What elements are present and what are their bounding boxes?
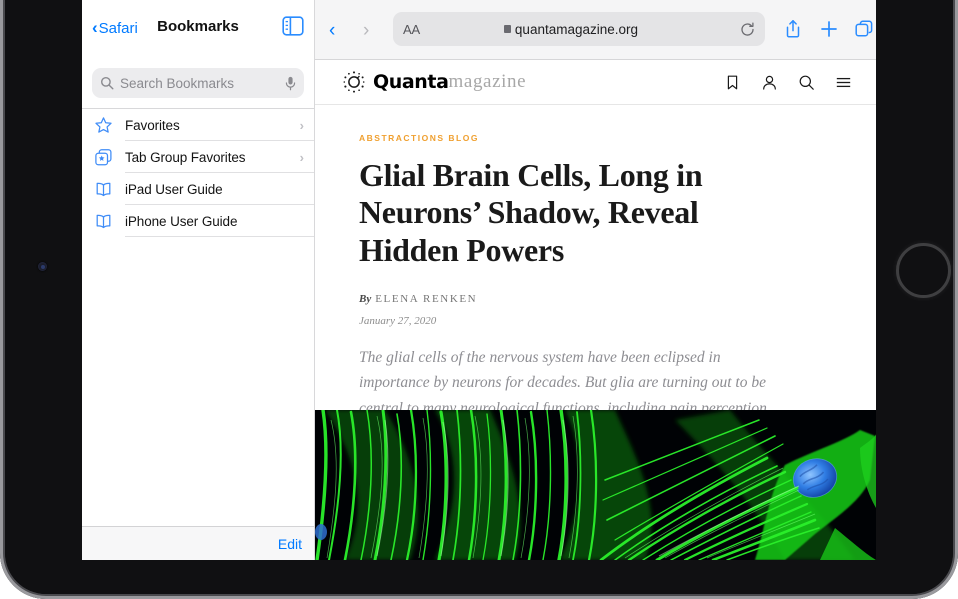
byline-author[interactable]: ELENA RENKEN <box>375 293 477 305</box>
site-logo[interactable]: Quanta magazine <box>341 69 526 95</box>
tablet-device-frame: ‹ Safari Bookmarks ‹ › AA quantamagazine… <box>0 0 958 599</box>
site-header-icons <box>724 74 852 91</box>
quanta-dots-icon <box>341 69 367 95</box>
browser-toolbar: ‹ › AA quantamagazine.org <box>315 0 876 60</box>
search-container: Search Bookmarks <box>82 60 314 108</box>
bookmark-item-tab-group-favorites[interactable]: Tab Group Favorites › <box>82 141 314 173</box>
bookmarks-list: Favorites › Tab Group Favorites › iPad U… <box>82 108 314 237</box>
microphone-icon[interactable] <box>285 76 296 91</box>
tabs-icon[interactable] <box>854 19 874 39</box>
byline-by-word: By <box>359 293 372 306</box>
search-placeholder: Search Bookmarks <box>120 75 235 91</box>
open-book-icon <box>94 180 113 199</box>
article: ABSTRACTIONS BLOG Glial Brain Cells, Lon… <box>315 105 876 458</box>
search-icon <box>100 76 114 90</box>
article-headline: Glial Brain Cells, Long in Neurons’ Shad… <box>359 157 703 268</box>
chevron-right-icon: › <box>299 149 304 165</box>
bookmark-item-label: iPad User Guide <box>125 181 223 197</box>
sidebar-toggle-icon[interactable] <box>282 16 304 36</box>
sidebar-header: ‹ Safari Bookmarks <box>82 0 315 60</box>
tab-group-star-icon <box>94 148 113 167</box>
device-screen: ‹ Safari Bookmarks ‹ › AA quantamagazine… <box>82 0 876 560</box>
fluorescence-micrograph <box>315 410 876 560</box>
url-text: quantamagazine.org <box>514 21 639 37</box>
lock-icon <box>503 25 511 33</box>
site-header: Quanta magazine <box>315 60 876 105</box>
open-book-icon <box>94 212 113 231</box>
sidebar-title: Bookmarks <box>157 18 239 35</box>
chevron-right-icon: › <box>299 117 304 133</box>
article-byline: By ELENA RENKEN <box>359 293 846 305</box>
sidebar-footer: Edit <box>82 526 314 560</box>
account-icon[interactable] <box>761 74 778 91</box>
article-kicker[interactable]: ABSTRACTIONS BLOG <box>359 133 846 143</box>
address-bar[interactable]: AA quantamagazine.org <box>393 12 765 46</box>
bookmark-item-ipad-user-guide[interactable]: iPad User Guide <box>82 173 314 205</box>
bookmark-item-label: Favorites <box>125 117 180 133</box>
share-icon[interactable] <box>783 19 803 39</box>
front-camera-icon <box>38 262 47 271</box>
bookmark-icon[interactable] <box>724 74 741 91</box>
star-outline-icon <box>94 116 113 135</box>
reload-icon[interactable] <box>740 22 755 37</box>
search-input[interactable]: Search Bookmarks <box>92 68 304 98</box>
bookmark-item-favorites[interactable]: Favorites › <box>82 109 314 141</box>
url-display: quantamagazine.org <box>402 22 740 37</box>
logo-word-magazine: magazine <box>448 71 527 92</box>
article-hero-image <box>315 410 876 560</box>
bookmark-item-label: Tab Group Favorites <box>125 149 246 165</box>
logo-word-quanta: Quanta <box>373 71 449 93</box>
list-divider <box>125 236 314 237</box>
edit-button[interactable]: Edit <box>278 536 302 552</box>
safari-toolbar: ‹ Safari Bookmarks ‹ › AA quantamagazine… <box>82 0 876 60</box>
bookmark-item-iphone-user-guide[interactable]: iPhone User Guide <box>82 205 314 237</box>
browser-forward-button[interactable]: › <box>363 20 369 42</box>
webview: Quanta magazine ABSTRACTIONS BLOG Glial … <box>315 60 876 560</box>
touch-indicator-ring <box>896 243 951 298</box>
plus-icon[interactable] <box>819 19 839 39</box>
search-icon[interactable] <box>798 74 815 91</box>
menu-hamburger-icon[interactable] <box>835 74 852 91</box>
bookmarks-sidebar: Search Bookmarks Favorites › Tab Group F… <box>82 60 315 560</box>
article-date: January 27, 2020 <box>359 315 437 328</box>
browser-back-button[interactable]: ‹ <box>329 20 335 42</box>
bookmark-item-label: iPhone User Guide <box>125 213 238 229</box>
